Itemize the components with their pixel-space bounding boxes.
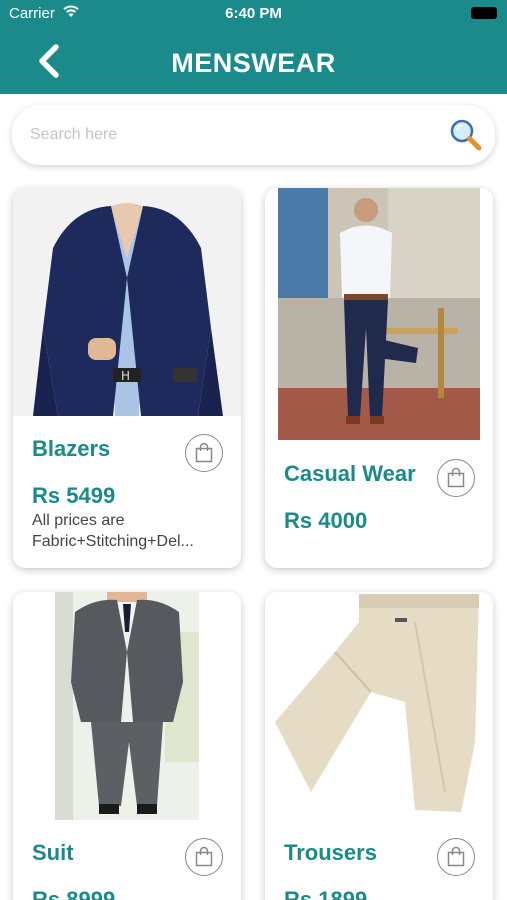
- shopping-bag-icon: [447, 846, 465, 867]
- search-input[interactable]: [30, 121, 430, 149]
- battery-icon: [471, 7, 497, 19]
- shopping-bag-icon: [195, 442, 213, 463]
- product-image-trousers: [275, 592, 483, 818]
- product-card-trousers[interactable]: Trousers Rs 1899: [265, 592, 493, 900]
- product-price: Rs 4000: [284, 508, 368, 533]
- shopping-bag-icon: [447, 467, 465, 488]
- product-price: Rs 5499: [32, 483, 116, 508]
- search-icon[interactable]: [449, 118, 483, 152]
- product-name: Suit: [32, 840, 74, 865]
- nav-bar: MENSWEAR: [0, 28, 507, 94]
- product-price: Rs 1899: [284, 887, 368, 900]
- product-name: Trousers: [284, 840, 377, 865]
- product-name: Blazers: [32, 436, 111, 461]
- product-price: Rs 8999: [32, 887, 116, 900]
- add-to-bag-button[interactable]: [437, 459, 475, 497]
- page-title: MENSWEAR: [171, 48, 336, 78]
- add-to-bag-button[interactable]: [185, 434, 223, 472]
- status-bar: Carrier 6:40 PM: [0, 0, 507, 28]
- add-to-bag-button[interactable]: [185, 838, 223, 876]
- product-card-casual-wear[interactable]: Casual Wear Rs 4000: [265, 188, 493, 568]
- product-card-blazers[interactable]: H Blazers Rs 5499 All prices are Fabric+…: [13, 188, 241, 568]
- product-image-suit: [55, 592, 199, 820]
- price-note-line: All prices are: [32, 512, 125, 529]
- price-note: All prices are Fabric+Stitching+Del...: [32, 510, 232, 552]
- product-name: Casual Wear: [284, 461, 416, 486]
- product-card-suit[interactable]: Suit Rs 8999: [13, 592, 241, 900]
- product-image-blazer: H: [13, 188, 241, 416]
- status-time: 6:40 PM: [225, 5, 282, 22]
- shopping-bag-icon: [195, 846, 213, 867]
- search-bar: [12, 105, 495, 165]
- price-note-line: Fabric+Stitching+Del...: [32, 533, 194, 550]
- product-image-casual-wear: [278, 188, 480, 440]
- svg-text:H: H: [121, 369, 130, 383]
- add-to-bag-button[interactable]: [437, 838, 475, 876]
